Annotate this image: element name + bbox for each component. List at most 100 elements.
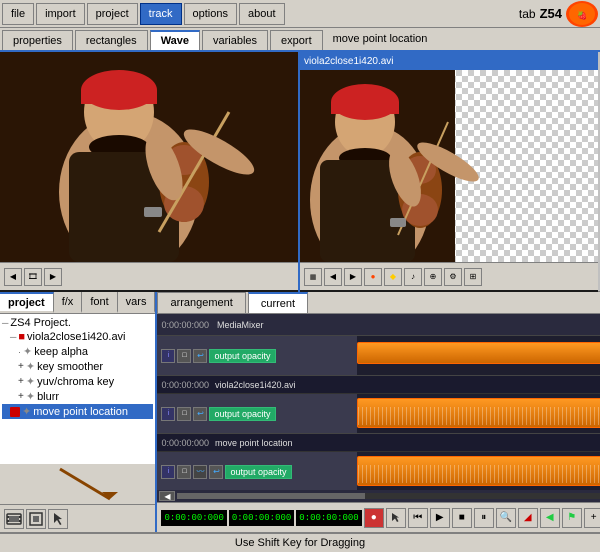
right-settings-btn[interactable]: ⚙	[444, 268, 462, 286]
tree-item-avi[interactable]: ─ ■ viola2close1i420.avi	[2, 330, 153, 344]
pb-flag-btn[interactable]: ⚑	[562, 508, 582, 528]
right-expand-btn[interactable]: ⊞	[464, 268, 482, 286]
right-video-filename: viola2close1i420.avi	[304, 56, 394, 67]
tab-variables[interactable]: variables	[202, 30, 268, 50]
violin-player-svg	[0, 52, 298, 262]
right-video-title: viola2close1i420.avi	[300, 52, 598, 70]
timeline-scrollbar[interactable]: ◀ ▶	[157, 490, 600, 502]
t2-filename: viola2close1i420.avi	[215, 380, 296, 390]
pb-stop-btn[interactable]: ■	[452, 508, 472, 528]
timeline-tab-current[interactable]: current	[248, 292, 308, 313]
timeline-tab-arrangement[interactable]: arrangement	[157, 292, 245, 313]
scroll-left-btn[interactable]: ◀	[159, 491, 175, 501]
track3-link-btn[interactable]: ↩	[209, 465, 223, 479]
pb-zoom-btn[interactable]: 🔍	[496, 508, 516, 528]
cursor-icon-btn[interactable]	[48, 509, 68, 529]
track2-opacity-btn[interactable]: output opacity	[209, 407, 275, 421]
tree-label-keep-alpha: keep alpha	[34, 346, 88, 358]
mm-label: MediaMixer	[217, 320, 264, 330]
track2-header-row: 0:00:00:000 viola2close1i420.avi 0:03:38…	[157, 376, 600, 394]
pb-time2: 0:00:00:000	[229, 510, 294, 526]
playback-controls: 0:00:00:000 0:00:00:000 0:00:00:000 ● ⏮ …	[157, 502, 600, 532]
main-panels: ◀ 🎞 ▶ viola2close1i420.avi	[0, 52, 600, 292]
right-stop-btn[interactable]: ●	[364, 268, 382, 286]
track3-info-btn[interactable]: i	[161, 465, 175, 479]
sub-tab-bar: properties rectangles Wave variables exp…	[0, 28, 600, 52]
project-panel: project f/x font vars ─ ZS4 Project. ─ ■…	[0, 292, 157, 532]
track1-opacity-btn[interactable]: output opacity	[209, 349, 275, 363]
track1-link-btn[interactable]: ↩	[193, 349, 207, 363]
tab-properties[interactable]: properties	[2, 30, 73, 50]
track2-vis-btn[interactable]: □	[177, 407, 191, 421]
track2-link-btn[interactable]: ↩	[193, 407, 207, 421]
proj-tab-font[interactable]: font	[82, 292, 117, 313]
tree-dot-move: ✦	[22, 405, 31, 418]
pb-record-btn[interactable]: ●	[364, 508, 384, 528]
menu-options[interactable]: options	[184, 3, 237, 25]
scrollbar-thumb[interactable]	[177, 493, 364, 499]
track1-vis-btn[interactable]: □	[177, 349, 191, 363]
timeline-panel: arrangement current 0:00:00:000 MediaMix…	[157, 292, 600, 532]
tree-item-yuv[interactable]: + ✦ yuv/chroma key	[2, 374, 153, 389]
tree-label-avi: viola2close1i420.avi	[27, 331, 125, 343]
left-video-panel: ◀ 🎞 ▶	[0, 52, 300, 292]
menu-about[interactable]: about	[239, 3, 285, 25]
track3-bar[interactable]	[357, 456, 600, 486]
section-label: move point location	[333, 33, 428, 45]
pb-time1: 0:00:00:000	[161, 510, 226, 526]
pb-cursor-btn[interactable]	[386, 508, 406, 528]
tree-item-move-point[interactable]: ✦ move point location	[2, 404, 153, 419]
menu-project[interactable]: project	[87, 3, 138, 25]
tree-item-root[interactable]: ─ ZS4 Project.	[2, 316, 153, 330]
tree-item-keep-alpha[interactable]: · ✦ keep alpha	[2, 344, 153, 359]
pb-time3: 0:00:00:000	[296, 510, 361, 526]
proj-tab-vars[interactable]: vars	[118, 292, 156, 313]
tree-label-key-smoother: key smoother	[37, 361, 103, 373]
prev-frame-btn[interactable]: ◀	[4, 268, 22, 286]
right-loop-btn[interactable]: ◆	[384, 268, 402, 286]
t3-time-start: 0:00:00:000	[161, 438, 209, 448]
right-checker-btn[interactable]: ▦	[304, 268, 322, 286]
proj-tab-fx[interactable]: f/x	[54, 292, 83, 313]
track2-info-btn[interactable]: i	[161, 407, 175, 421]
tab-export[interactable]: export	[270, 30, 323, 50]
tree-label-yuv: yuv/chroma key	[37, 376, 114, 388]
pb-pause-btn[interactable]: ⏸	[474, 508, 494, 528]
track1-info-btn[interactable]: i	[161, 349, 175, 363]
tree-item-key-smoother[interactable]: + ✦ key smoother	[2, 359, 153, 374]
film-icon-btn[interactable]: 🎞	[24, 268, 42, 286]
pb-prev-btn[interactable]: ⏮	[408, 508, 428, 528]
t2-time-start: 0:00:00:000	[161, 380, 209, 390]
pb-plus-btn[interactable]: +	[584, 508, 600, 528]
track3-wave-btn[interactable]: 〰	[193, 465, 207, 479]
track3-vis-btn[interactable]: □	[177, 465, 191, 479]
track3-opacity-btn[interactable]: output opacity	[225, 465, 291, 479]
right-zoom-btn[interactable]: ⊕	[424, 268, 442, 286]
tree-plus-icon-yuv: +	[18, 376, 24, 387]
scrollbar-track[interactable]	[177, 493, 600, 499]
track1-timeline	[357, 336, 600, 375]
menu-file[interactable]: file	[2, 3, 34, 25]
tree-minus-icon: ─	[2, 318, 8, 328]
tree-item-blurr[interactable]: + ✦ blurr	[2, 389, 153, 404]
right-audio-btn[interactable]: ♪	[404, 268, 422, 286]
pb-play-btn[interactable]: ▶	[430, 508, 450, 528]
next-frame-btn[interactable]: ▶	[44, 268, 62, 286]
logo-icon: 🍓	[566, 1, 598, 27]
proj-tab-project[interactable]: project	[0, 292, 54, 313]
tree-dot-yuv: ✦	[26, 375, 35, 388]
film-icon-btn[interactable]	[4, 509, 24, 529]
shortcut-label: Z54	[540, 6, 562, 21]
square-icon-btn[interactable]	[26, 509, 46, 529]
tree-red-square-move	[10, 407, 20, 417]
right-play-btn[interactable]: ▶	[344, 268, 362, 286]
pb-marker-btn[interactable]: ◢	[518, 508, 538, 528]
track1-bar[interactable]	[357, 342, 600, 364]
tab-rectangles[interactable]: rectangles	[75, 30, 148, 50]
track2-bar[interactable]	[357, 398, 600, 428]
tab-wave[interactable]: Wave	[150, 30, 200, 50]
menu-track[interactable]: track	[140, 3, 182, 25]
right-prev-btn[interactable]: ◀	[324, 268, 342, 286]
pb-green-btn[interactable]: ◀	[540, 508, 560, 528]
menu-import[interactable]: import	[36, 3, 85, 25]
